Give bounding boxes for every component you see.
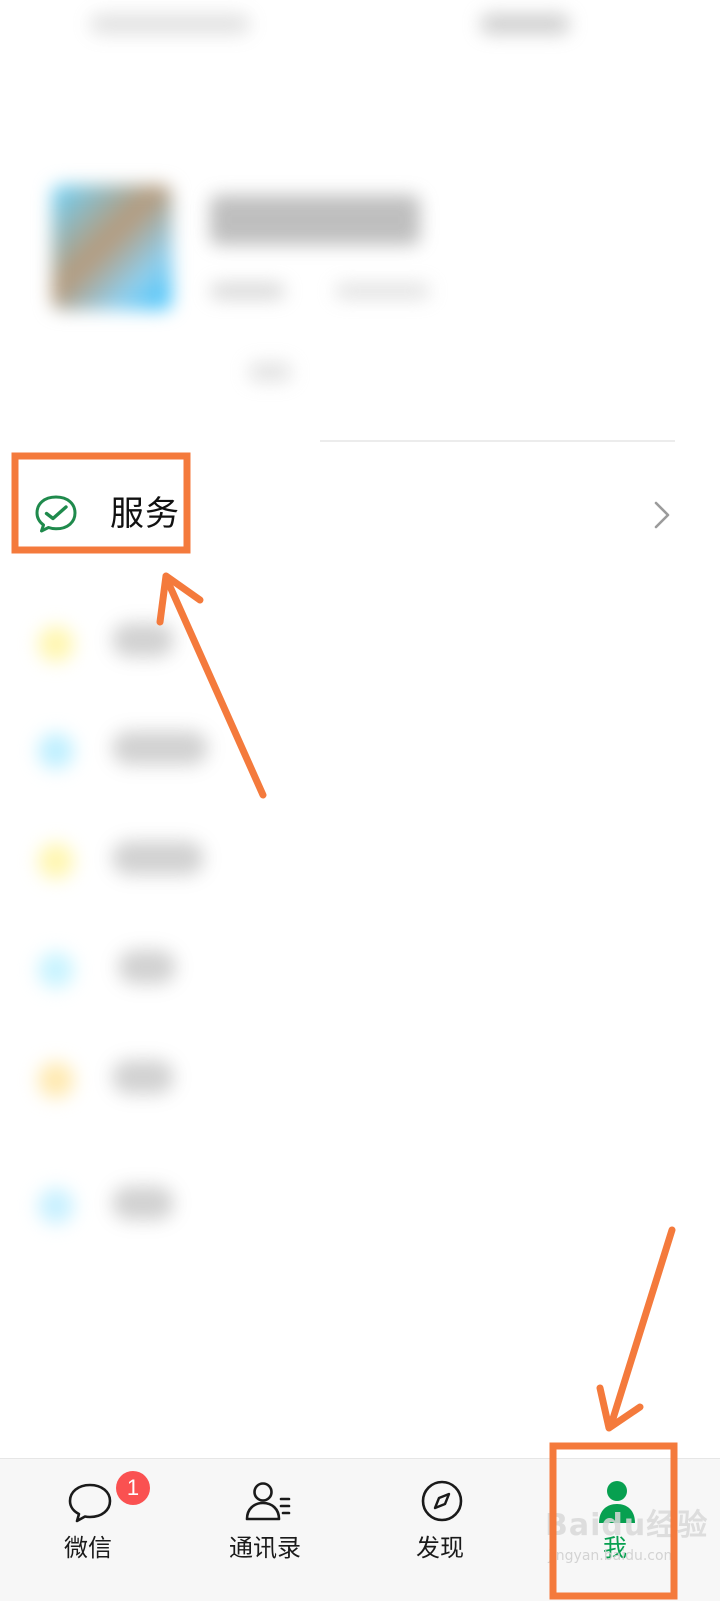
baidu-watermark-url: jingyan.baidu.com (548, 1548, 678, 1564)
tab-label: 微信 (64, 1534, 112, 1562)
menu-item-icon (38, 843, 74, 879)
menu-item-icon (38, 1062, 74, 1098)
baidu-watermark: Baidu经验 (545, 1508, 709, 1543)
profile-wechat-id (210, 283, 285, 299)
menu-item-icon (38, 952, 74, 988)
avatar[interactable] (52, 185, 172, 310)
menu-item-icon (38, 1188, 74, 1224)
header-divider (320, 440, 675, 442)
menu-item[interactable] (112, 731, 208, 765)
service-label: 服务 (110, 494, 180, 534)
unread-badge: 1 (116, 1471, 150, 1505)
status-bar-right (480, 14, 570, 34)
chevron-right-icon (654, 501, 670, 529)
tab-contacts[interactable]: 通讯录 (195, 1459, 335, 1601)
menu-item-icon (38, 626, 74, 662)
menu-item-icon (38, 733, 74, 769)
compass-icon (421, 1480, 463, 1522)
menu-item[interactable] (112, 841, 204, 875)
status-pill[interactable] (248, 362, 292, 382)
tab-label: 通讯录 (229, 1534, 301, 1562)
service-check-bubble-icon (35, 495, 77, 533)
chat-bubble-icon (68, 1483, 112, 1523)
profile-qr-link[interactable] (335, 283, 430, 299)
profile-nickname (210, 195, 420, 245)
contacts-icon (245, 1482, 291, 1521)
arrow-to-me-tab (596, 1226, 676, 1432)
menu-item[interactable] (118, 950, 176, 984)
tab-chats[interactable]: 1 微信 (18, 1459, 158, 1601)
status-bar-left (90, 14, 250, 34)
menu-item[interactable] (112, 1060, 174, 1094)
menu-item-service[interactable]: 服务 (0, 468, 720, 563)
menu-item[interactable] (112, 1186, 174, 1220)
tab-discover[interactable]: 发现 (370, 1459, 510, 1601)
menu-item[interactable] (112, 623, 174, 657)
tab-label: 发现 (416, 1534, 464, 1562)
